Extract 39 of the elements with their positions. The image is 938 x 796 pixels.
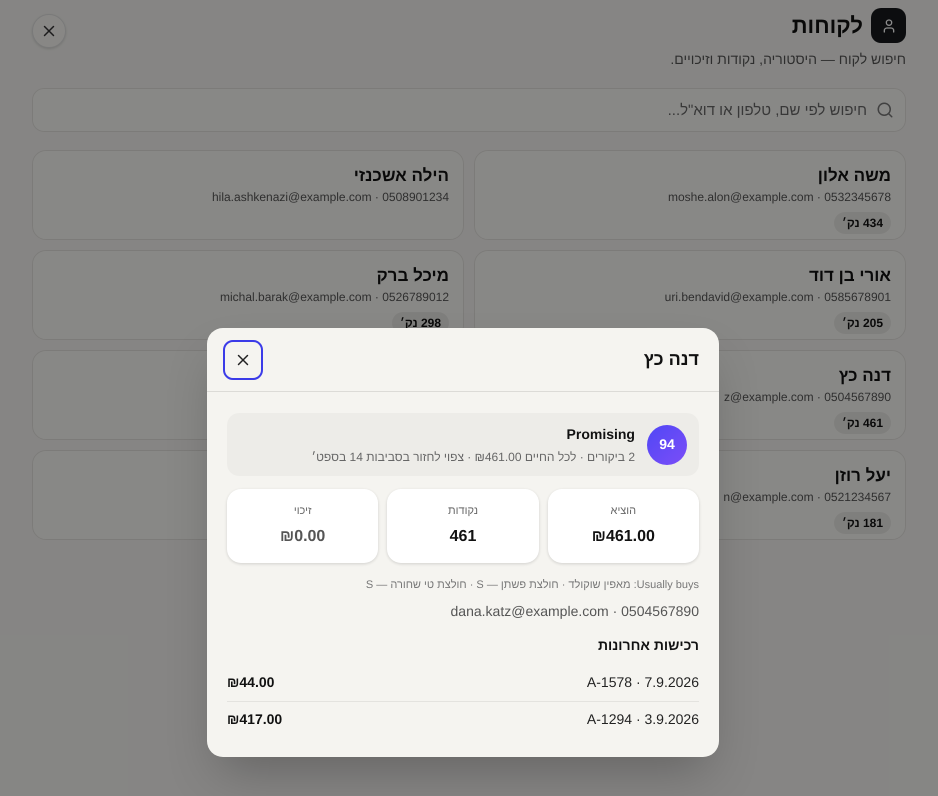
points-badge: 434 נק׳ — [834, 212, 891, 234]
order-text: A-1294 · 3.9.2026 — [586, 710, 699, 729]
stat-value: ₪461.00 — [592, 527, 655, 548]
dialog-title: דנה כץ — [642, 348, 700, 371]
order-text: A-1578 · 7.9.2026 — [586, 672, 699, 692]
stat-label: נקודות — [448, 504, 478, 519]
customer-name: הילה אשכנזי — [354, 165, 449, 187]
segment-label: Promising — [566, 424, 635, 444]
close-button[interactable] — [223, 340, 263, 380]
contact-text: dana.katz@example.com · 0504567890 — [450, 602, 699, 621]
score-badge: 94 — [647, 424, 687, 464]
customer-name: מיכל ברק — [376, 265, 449, 287]
search-field[interactable]: חיפוש לפי שם, טלפון או דוא"ל... — [32, 88, 906, 132]
customer-name: אורי בן דוד — [808, 265, 891, 287]
customer-contact: z@example.com · 0504567890 — [724, 389, 891, 406]
points-badge: 205 נק׳ — [834, 312, 891, 334]
order-amount: ₪44.00 — [227, 672, 274, 692]
stat-value: 461 — [450, 527, 476, 548]
segment-details: 2 ביקורים · לכל החיים ₪461.00 · צפוי לחזור בסביבות 14 בספט׳ — [311, 448, 635, 466]
customer-name: משה אלון — [818, 165, 891, 187]
customer-contact: n@example.com · 0521234567 — [723, 489, 891, 506]
user-icon — [871, 8, 906, 43]
points-badge: 181 נק׳ — [834, 512, 891, 534]
customer-contact: uri.bendavid@example.com · 0585678901 — [664, 289, 891, 306]
page-subtitle: חיפוש לקוח — היסטוריה, נקודות וזיכויים. — [670, 50, 906, 69]
customer-contact: moshe.alon@example.com · 0532345678 — [668, 189, 891, 206]
order-amount: ₪417.00 — [227, 710, 282, 729]
customer-name: יעל רוזן — [834, 465, 891, 487]
section-title: רכישות אחרונות — [596, 636, 699, 654]
customer-contact: michal.barak@example.com · 0526789012 — [220, 289, 449, 306]
search-icon — [876, 101, 894, 119]
stat-value: ₪0.00 — [280, 527, 326, 548]
customer-contact: hila.ashkenazi@example.com · 0508901234 — [212, 189, 449, 206]
points-badge: 461 נק׳ — [834, 412, 891, 434]
customer-name: דנה כץ — [838, 365, 891, 387]
usually-buys-text: Usually buys: מאפין שוקולד · חולצת פשתן — S · חולצת טי שחורה — S — [364, 578, 699, 593]
stat-label: הוציא — [610, 504, 636, 519]
page-title: לקוחות — [792, 12, 863, 40]
stat-label: זיכוי — [294, 504, 312, 519]
